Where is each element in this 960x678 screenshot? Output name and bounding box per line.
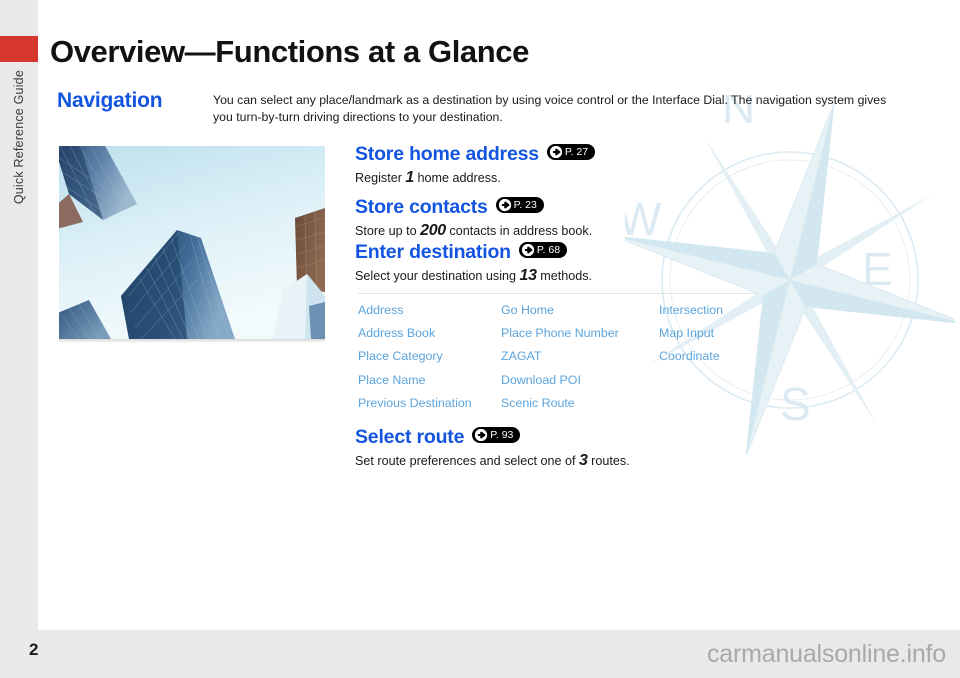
page-title: Overview—Functions at a Glance <box>50 34 529 69</box>
method-link[interactable]: Place Category <box>358 345 501 368</box>
intro-paragraph: You can select any place/landmark as a d… <box>213 93 887 124</box>
destination-methods-table: Address Go Home Intersection Address Boo… <box>358 293 758 415</box>
page-reference-text: P. 93 <box>490 428 514 441</box>
desc-number: 1 <box>405 169 415 186</box>
feature-heading: Enter destination P. 68 <box>355 241 592 263</box>
feature-heading: Select route P. 93 <box>355 426 630 448</box>
arrow-right-icon <box>521 243 534 256</box>
page-reference-badge[interactable]: P. 93 <box>472 426 521 443</box>
skyline-photo <box>59 146 325 339</box>
side-tab-accent-block <box>0 36 38 62</box>
method-link[interactable]: Map Input <box>659 322 758 345</box>
method-cell-empty <box>659 369 758 392</box>
page-reference-text: P. 23 <box>513 198 537 211</box>
page-number: 2 <box>29 640 39 659</box>
page-reference-badge[interactable]: P. 68 <box>518 241 568 258</box>
method-link[interactable]: Go Home <box>501 299 659 322</box>
desc-after: home address. <box>414 171 501 185</box>
feature-block-store-home-address: Store home address P. 27 Register 1 home … <box>355 143 596 187</box>
arrow-right-icon <box>475 428 488 441</box>
feature-heading-text: Select route <box>355 426 465 448</box>
feature-block-store-contacts: Store contacts P. 23 Store up to 200 cont… <box>355 196 592 240</box>
feature-heading-text: Enter destination <box>355 241 511 263</box>
arrow-right-icon <box>549 145 563 158</box>
feature-description: Select your destination using 13 methods… <box>355 267 592 285</box>
site-watermark: carmanualsonline.info <box>706 640 946 668</box>
compass-label-south: S <box>780 378 811 430</box>
desc-before: Register <box>355 171 406 185</box>
feature-description: Register 1 home address. <box>355 169 595 187</box>
page-reference-text: P. 68 <box>536 243 561 256</box>
feature-heading-text: Store contacts <box>355 196 488 218</box>
manual-page: Quick Reference Guide N W E S Overview—F… <box>0 0 960 678</box>
method-link[interactable]: Place Name <box>358 369 501 392</box>
feature-heading: Store home address P. 27 <box>355 143 596 165</box>
method-link[interactable]: Intersection <box>659 299 758 322</box>
method-link[interactable]: Place Phone Number <box>501 322 659 345</box>
feature-description: Store up to 200 contacts in address book… <box>355 222 592 240</box>
feature-description: Set route preferences and select one of … <box>355 452 630 470</box>
desc-before: Set route preferences and select one of <box>355 454 580 468</box>
desc-before: Store up to <box>355 224 421 238</box>
photo-shadow <box>59 339 325 343</box>
method-link[interactable]: Scenic Route <box>501 392 659 415</box>
compass-label-west: W <box>625 193 662 245</box>
method-link[interactable]: ZAGAT <box>501 345 659 368</box>
method-link[interactable]: Coordinate <box>659 345 758 368</box>
desc-number: 13 <box>519 267 538 284</box>
destination-methods-grid: Address Go Home Intersection Address Boo… <box>358 299 758 415</box>
method-link[interactable]: Address <box>358 299 501 322</box>
feature-heading-text: Store home address <box>355 143 539 165</box>
feature-block-enter-destination: Enter destination P. 68 Select your desti… <box>355 241 592 285</box>
method-link[interactable]: Previous Destination <box>358 392 501 415</box>
method-cell-empty <box>659 392 758 415</box>
desc-number: 200 <box>420 222 446 239</box>
page-reference-badge[interactable]: P. 23 <box>495 196 544 213</box>
side-tab-label: Quick Reference Guide <box>0 70 38 330</box>
section-heading-navigation: Navigation <box>57 89 163 112</box>
method-link[interactable]: Download POI <box>501 369 659 392</box>
feature-block-select-route: Select route P. 93 Set route preferences … <box>355 426 630 470</box>
feature-heading: Store contacts P. 23 <box>355 196 592 218</box>
desc-after: routes. <box>587 454 630 468</box>
arrow-right-icon <box>498 198 511 211</box>
method-link[interactable]: Address Book <box>358 322 501 345</box>
desc-number: 3 <box>579 452 588 469</box>
compass-label-east: E <box>862 243 893 295</box>
desc-before: Select your destination using <box>355 269 520 283</box>
page-reference-text: P. 27 <box>564 145 589 158</box>
side-tab-label-text: Quick Reference Guide <box>12 70 26 205</box>
desc-after: methods. <box>536 269 593 283</box>
page-reference-badge[interactable]: P. 27 <box>546 143 596 160</box>
desc-after: contacts in address book. <box>445 224 593 238</box>
